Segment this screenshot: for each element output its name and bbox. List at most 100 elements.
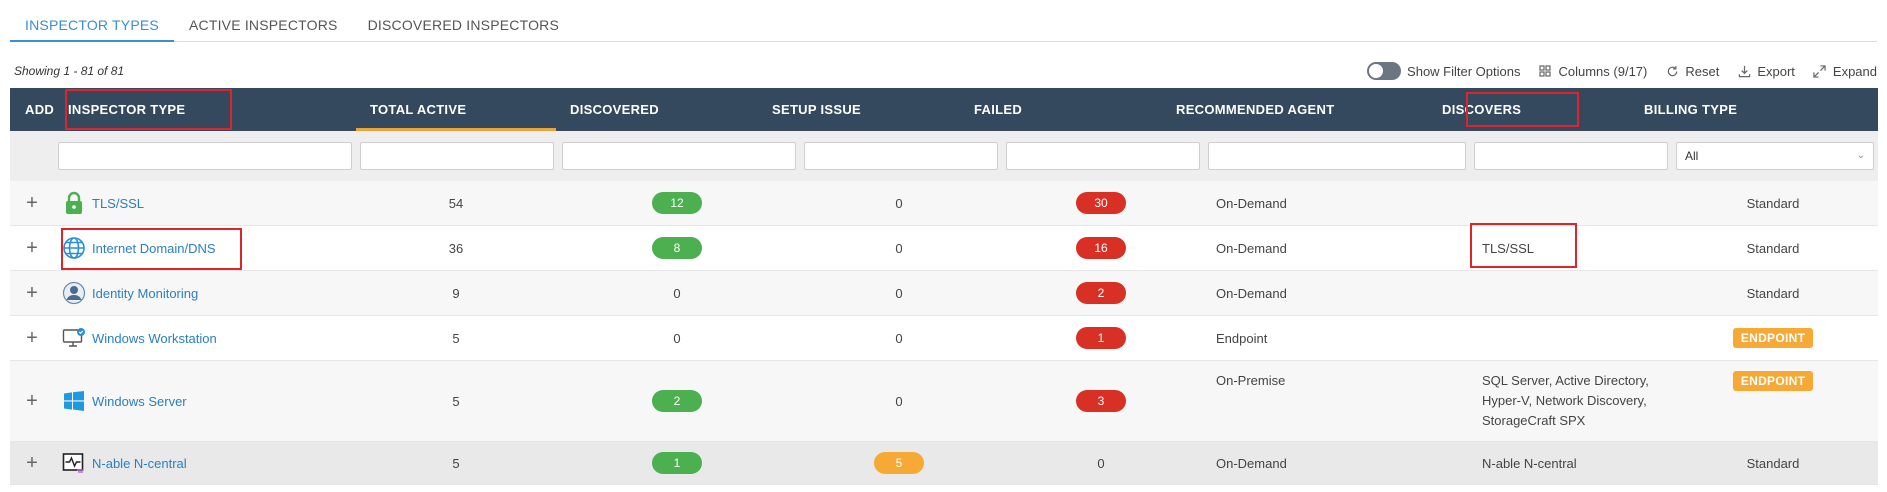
setup-issue-cell: 0 xyxy=(895,393,903,409)
show-filter-label: Show Filter Options xyxy=(1407,63,1521,79)
filter-failed[interactable] xyxy=(1006,142,1200,170)
discovers-line: SQL Server, Active Directory, xyxy=(1482,373,1649,388)
discovers-cell: SQL Server, Active Directory, Hyper-V, N… xyxy=(1468,361,1670,431)
add-row-button[interactable]: + xyxy=(10,452,54,475)
table-header: ADD INSPECTOR TYPE TOTAL ACTIVE DISCOVER… xyxy=(10,88,1878,131)
filter-discovered[interactable] xyxy=(562,142,796,170)
inspector-type-cell: Internet Domain/DNS xyxy=(54,236,356,260)
failed-cell: 0 xyxy=(1097,455,1105,471)
filter-inspector-type[interactable] xyxy=(58,142,352,170)
failed-badge[interactable]: 2 xyxy=(1076,282,1126,304)
billing-endpoint-tag: ENDPOINT xyxy=(1732,328,1814,348)
failed-badge[interactable]: 1 xyxy=(1076,327,1126,349)
filter-setup-issue[interactable] xyxy=(804,142,998,170)
discovers-cell: N-able N-central xyxy=(1482,455,1577,471)
failed-badge[interactable]: 30 xyxy=(1076,192,1126,214)
discovered-cell: 0 xyxy=(673,285,681,301)
tab-inspector-types[interactable]: INSPECTOR TYPES xyxy=(10,0,174,42)
columns-button[interactable]: Columns (9/17) xyxy=(1538,64,1647,79)
inspector-type-cell: N-able N-central xyxy=(54,451,356,475)
show-filter-toggle[interactable]: Show Filter Options xyxy=(1367,62,1520,80)
discovers-line: Hyper-V, Network Discovery, xyxy=(1482,393,1647,408)
filter-total-active[interactable] xyxy=(360,142,554,170)
billing-type-cell: Standard xyxy=(1746,195,1800,211)
globe-icon xyxy=(62,236,86,260)
total-active-cell: 9 xyxy=(452,285,460,301)
add-row-button[interactable]: + xyxy=(10,237,54,260)
billing-endpoint-tag: ENDPOINT xyxy=(1732,371,1814,391)
tab-active-inspectors[interactable]: ACTIVE INSPECTORS xyxy=(174,0,353,42)
recommended-agent-cell: On-Demand xyxy=(1216,285,1287,301)
setup-issue-cell: 0 xyxy=(895,195,903,211)
total-active-cell: 36 xyxy=(448,240,464,256)
inspector-type-link[interactable]: Windows Server xyxy=(92,394,187,409)
total-active-cell: 5 xyxy=(452,330,460,346)
monitor-pulse-icon xyxy=(62,451,86,475)
toggle-switch[interactable] xyxy=(1367,62,1402,80)
user-icon xyxy=(62,281,86,305)
export-button[interactable]: Export xyxy=(1737,64,1795,79)
setup-issue-badge[interactable]: 5 xyxy=(874,452,924,474)
inspector-type-cell: Windows Workstation xyxy=(54,326,356,350)
workstation-icon xyxy=(62,326,86,350)
discovered-badge[interactable]: 12 xyxy=(652,192,702,214)
discovered-badge[interactable]: 2 xyxy=(652,390,702,412)
add-row-button[interactable]: + xyxy=(10,327,54,350)
add-row-button[interactable]: + xyxy=(10,390,54,413)
reset-button[interactable]: Reset xyxy=(1665,64,1719,79)
add-row-button[interactable]: + xyxy=(10,282,54,305)
discovered-badge[interactable]: 8 xyxy=(652,237,702,259)
setup-issue-cell: 0 xyxy=(895,285,903,301)
filter-discovers[interactable] xyxy=(1474,142,1668,170)
col-discovered[interactable]: DISCOVERED xyxy=(556,88,758,131)
tab-discovered-inspectors[interactable]: DISCOVERED INSPECTORS xyxy=(353,0,574,42)
billing-select-value: All xyxy=(1685,149,1699,163)
inspector-types-table: ADD INSPECTOR TYPE TOTAL ACTIVE DISCOVER… xyxy=(10,88,1878,485)
setup-issue-cell: 0 xyxy=(895,240,903,256)
table-row: + Internet Domain/DNS 36 8 0 16 On-Deman… xyxy=(10,226,1878,271)
inspector-type-link[interactable]: Windows Workstation xyxy=(92,331,217,346)
col-discovers[interactable]: DISCOVERS xyxy=(1428,88,1630,131)
chevron-down-icon: ⌄ xyxy=(1856,150,1865,161)
total-active-cell: 54 xyxy=(448,195,464,211)
failed-badge[interactable]: 16 xyxy=(1076,237,1126,259)
add-row-button[interactable]: + xyxy=(10,192,54,215)
table-row: + Windows Workstation 5 0 0 1 Endpoint E… xyxy=(10,316,1878,361)
windows-icon xyxy=(62,389,86,413)
toolbar: Show Filter Options Columns (9/17) Reset… xyxy=(1367,62,1877,80)
inspector-type-cell: TLS/SSL xyxy=(54,191,356,215)
export-label: Export xyxy=(1757,63,1795,79)
inspector-type-link[interactable]: Internet Domain/DNS xyxy=(92,241,216,256)
col-setup-issue[interactable]: SETUP ISSUE xyxy=(758,88,960,131)
recommended-agent-cell: On-Premise xyxy=(1216,373,1286,388)
inspector-type-cell: Windows Server xyxy=(54,389,356,413)
col-inspector-type[interactable]: INSPECTOR TYPE xyxy=(54,88,356,131)
filter-recommended-agent[interactable] xyxy=(1208,142,1466,170)
table-row: + Identity Monitoring 9 0 0 2 On-Demand … xyxy=(10,271,1878,316)
inspector-type-link[interactable]: TLS/SSL xyxy=(92,196,144,211)
filter-row: All ⌄ xyxy=(10,131,1878,181)
discovered-cell: 0 xyxy=(673,330,681,346)
failed-badge[interactable]: 3 xyxy=(1076,390,1126,412)
inspector-type-link[interactable]: N-able N-central xyxy=(92,456,187,471)
total-active-cell: 5 xyxy=(452,455,460,471)
col-recommended-agent[interactable]: RECOMMENDED AGENT xyxy=(1162,88,1428,131)
showing-count: Showing 1 - 81 of 81 xyxy=(14,64,125,78)
col-add: ADD xyxy=(25,102,55,117)
expand-icon xyxy=(1813,64,1827,78)
inspector-type-cell: Identity Monitoring xyxy=(54,281,356,305)
download-icon xyxy=(1737,64,1751,78)
filter-billing-type-select[interactable]: All ⌄ xyxy=(1676,142,1874,170)
inspector-type-link[interactable]: Identity Monitoring xyxy=(92,286,198,301)
col-total-active[interactable]: TOTAL ACTIVE xyxy=(356,88,556,131)
expand-button[interactable]: Expand xyxy=(1813,64,1877,79)
col-failed[interactable]: FAILED xyxy=(960,88,1162,131)
billing-type-cell: Standard xyxy=(1746,455,1800,471)
table-row: + TLS/SSL 54 12 0 30 On-Demand Standard xyxy=(10,181,1878,226)
expand-label: Expand xyxy=(1832,63,1877,79)
table-row: + N-able N-central 5 1 5 0 On-Demand N-a… xyxy=(10,442,1878,485)
discovered-badge[interactable]: 1 xyxy=(652,452,702,474)
col-billing-type[interactable]: BILLING TYPE xyxy=(1630,88,1878,131)
lock-icon xyxy=(62,191,86,215)
recommended-agent-cell: On-Demand xyxy=(1216,195,1287,211)
